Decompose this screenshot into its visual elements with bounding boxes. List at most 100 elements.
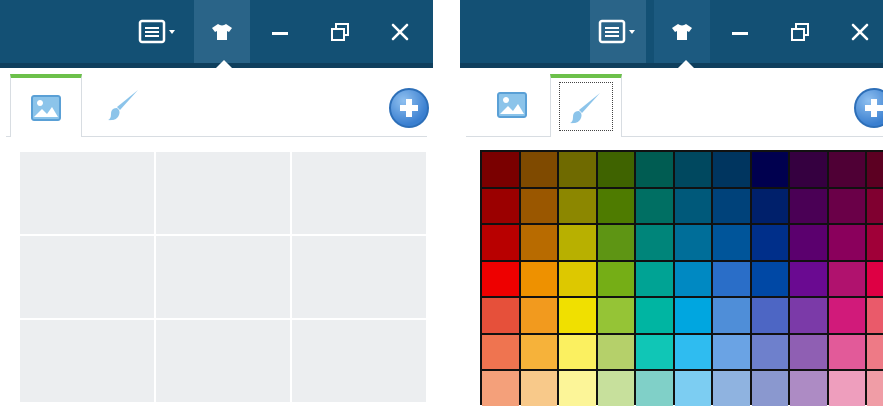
color-swatch[interactable]	[636, 152, 673, 187]
color-swatch[interactable]	[520, 261, 557, 296]
add-button[interactable]	[389, 88, 429, 128]
color-swatch[interactable]	[790, 225, 827, 260]
color-swatch[interactable]	[790, 261, 827, 296]
color-swatch[interactable]	[713, 261, 750, 296]
color-swatch[interactable]	[674, 225, 711, 260]
color-swatch[interactable]	[867, 225, 883, 260]
color-swatch[interactable]	[713, 188, 750, 223]
thumbnail-slot[interactable]	[290, 234, 428, 320]
color-swatch[interactable]	[790, 152, 827, 187]
color-swatch[interactable]	[751, 188, 788, 223]
thumbnail-slot[interactable]	[154, 234, 292, 320]
skin-button[interactable]	[194, 0, 250, 63]
color-swatch[interactable]	[520, 298, 557, 333]
color-swatch[interactable]	[828, 371, 865, 406]
color-swatch[interactable]	[867, 152, 883, 187]
color-swatch[interactable]	[713, 225, 750, 260]
color-swatch[interactable]	[559, 334, 596, 369]
color-swatch[interactable]	[597, 152, 634, 187]
thumbnail-slot[interactable]	[290, 318, 428, 404]
tab-image[interactable]	[476, 74, 548, 136]
color-swatch[interactable]	[674, 334, 711, 369]
tab-image[interactable]	[10, 74, 82, 137]
add-button[interactable]	[854, 88, 883, 128]
close-button[interactable]	[838, 0, 882, 63]
color-swatch[interactable]	[520, 371, 557, 406]
color-swatch[interactable]	[867, 298, 883, 333]
color-swatch[interactable]	[751, 152, 788, 187]
color-swatch[interactable]	[713, 334, 750, 369]
tab-brush[interactable]	[88, 74, 160, 136]
close-button[interactable]	[378, 0, 422, 63]
menu-button[interactable]	[130, 0, 186, 63]
color-swatch[interactable]	[751, 225, 788, 260]
color-swatch[interactable]	[751, 371, 788, 406]
color-swatch[interactable]	[828, 334, 865, 369]
color-swatch[interactable]	[867, 334, 883, 369]
color-swatch[interactable]	[520, 188, 557, 223]
thumbnail-slot[interactable]	[154, 150, 292, 236]
color-swatch[interactable]	[790, 371, 827, 406]
color-swatch[interactable]	[751, 298, 788, 333]
thumbnail-slot[interactable]	[18, 318, 156, 404]
color-swatch[interactable]	[674, 152, 711, 187]
color-swatch[interactable]	[867, 371, 883, 406]
color-swatch[interactable]	[482, 152, 519, 187]
color-swatch[interactable]	[674, 298, 711, 333]
restore-button[interactable]	[778, 0, 822, 63]
color-swatch[interactable]	[636, 261, 673, 296]
color-swatch[interactable]	[713, 371, 750, 406]
color-swatch[interactable]	[636, 225, 673, 260]
minimize-button[interactable]	[718, 0, 762, 63]
color-swatch[interactable]	[559, 371, 596, 406]
skin-button[interactable]	[654, 0, 710, 63]
tab-brush[interactable]	[550, 74, 622, 137]
thumbnail-slot[interactable]	[18, 150, 156, 236]
color-swatch[interactable]	[482, 371, 519, 406]
color-swatch[interactable]	[674, 188, 711, 223]
color-swatch[interactable]	[867, 188, 883, 223]
color-swatch[interactable]	[597, 334, 634, 369]
thumbnail-slot[interactable]	[290, 150, 428, 236]
minimize-button[interactable]	[258, 0, 302, 63]
color-swatch[interactable]	[482, 334, 519, 369]
color-swatch[interactable]	[597, 371, 634, 406]
thumbnail-slot[interactable]	[18, 234, 156, 320]
color-swatch[interactable]	[559, 298, 596, 333]
color-swatch[interactable]	[828, 188, 865, 223]
color-swatch[interactable]	[636, 334, 673, 369]
color-swatch[interactable]	[482, 225, 519, 260]
color-swatch[interactable]	[597, 188, 634, 223]
color-swatch[interactable]	[482, 298, 519, 333]
color-swatch[interactable]	[674, 371, 711, 406]
color-swatch[interactable]	[790, 298, 827, 333]
color-swatch[interactable]	[559, 188, 596, 223]
color-swatch[interactable]	[751, 261, 788, 296]
color-swatch[interactable]	[828, 152, 865, 187]
color-swatch[interactable]	[790, 188, 827, 223]
color-swatch[interactable]	[559, 261, 596, 296]
menu-button[interactable]	[590, 0, 646, 63]
color-swatch[interactable]	[482, 188, 519, 223]
color-swatch[interactable]	[597, 225, 634, 260]
color-swatch[interactable]	[828, 298, 865, 333]
color-swatch[interactable]	[520, 152, 557, 187]
color-swatch[interactable]	[636, 188, 673, 223]
color-swatch[interactable]	[790, 334, 827, 369]
thumbnail-slot[interactable]	[154, 318, 292, 404]
color-swatch[interactable]	[559, 152, 596, 187]
restore-button[interactable]	[318, 0, 362, 63]
color-swatch[interactable]	[713, 152, 750, 187]
color-swatch[interactable]	[520, 225, 557, 260]
color-swatch[interactable]	[597, 261, 634, 296]
color-swatch[interactable]	[828, 261, 865, 296]
color-swatch[interactable]	[482, 261, 519, 296]
color-swatch[interactable]	[559, 225, 596, 260]
color-swatch[interactable]	[713, 298, 750, 333]
color-swatch[interactable]	[520, 334, 557, 369]
color-swatch[interactable]	[636, 298, 673, 333]
color-swatch[interactable]	[751, 334, 788, 369]
color-swatch[interactable]	[597, 298, 634, 333]
color-swatch[interactable]	[636, 371, 673, 406]
color-swatch[interactable]	[828, 225, 865, 260]
